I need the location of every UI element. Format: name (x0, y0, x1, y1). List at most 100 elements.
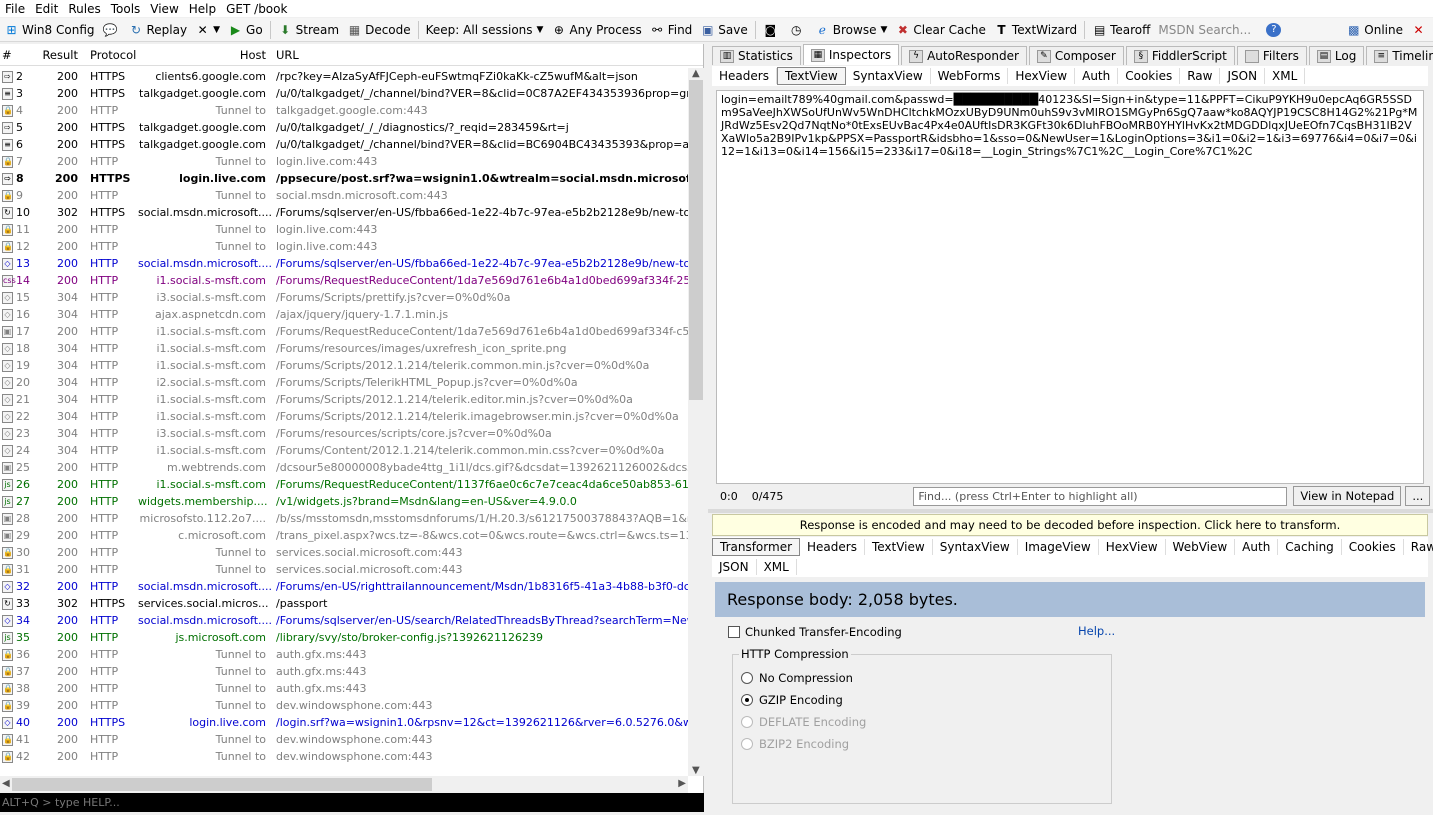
table-row[interactable]: 🔒 4 200 HTTP Tunnel to talkgadget.google.com:… (0, 102, 688, 119)
table-row[interactable]: ◇ 20 304 HTTP i2.social.s-msft.com/Forums/Sc… (0, 374, 688, 391)
gzip-encoding-radio[interactable]: GZIP Encoding (741, 693, 843, 707)
response-tab-webview[interactable]: WebView (1166, 539, 1236, 555)
scrollbar-thumb[interactable] (689, 80, 703, 400)
response-tab-caching[interactable]: Caching (1278, 539, 1342, 555)
table-row[interactable]: ▣ 17 200 HTTP i1.social.s-msft.com/Forums/Re… (0, 323, 688, 340)
stream-button[interactable]: ⬇ Stream (274, 19, 343, 41)
help-button[interactable]: ? (1262, 19, 1288, 41)
tab-composer[interactable]: ✎ Composer (1028, 46, 1124, 65)
table-row[interactable]: ▣ 29 200 HTTP c.microsoft.com/trans_pixel.as… (0, 527, 688, 544)
table-row[interactable]: 🔒 41 200 HTTP Tunnel to dev.windowsphone.com:… (0, 731, 688, 748)
table-row[interactable]: ≡ 3 200 HTTPS talkgadget.google.com/u/0/talk… (0, 85, 688, 102)
table-row[interactable]: ▣ 28 200 HTTP microsofsto.112.2o7.... /b/ss/m… (0, 510, 688, 527)
table-row[interactable]: 🔒 37 200 HTTP Tunnel to auth.gfx.ms:443 (0, 663, 688, 680)
pane-splitter[interactable] (708, 509, 1433, 513)
scrollbar-thumb[interactable] (12, 778, 432, 791)
table-row[interactable]: ⇨ 5 200 HTTPS talkgadget.google.com/u/0/talk… (0, 119, 688, 136)
response-tab-json[interactable]: JSON (712, 559, 757, 575)
table-row[interactable]: ◇ 32 200 HTTP social.msdn.microsoft..../Foru… (0, 578, 688, 595)
table-row[interactable]: ◇ 40 200 HTTPS login.live.com/login.srf?wa=w… (0, 714, 688, 731)
save-button[interactable]: ▣ Save (696, 19, 751, 41)
more-button[interactable]: ... (1405, 486, 1431, 506)
table-row[interactable]: js 27 200 HTTP widgets.membership.... /v1/wid… (0, 493, 688, 510)
decode-button[interactable]: ▦ Decode (343, 19, 415, 41)
column-header-host[interactable]: Host (138, 48, 274, 62)
table-row[interactable]: ⇨ 2 200 HTTPS clients6.google.com/rpc?key=AI… (0, 68, 688, 85)
table-row[interactable]: 🔒 38 200 HTTP Tunnel to auth.gfx.ms:443 (0, 680, 688, 697)
table-row[interactable]: ◇ 19 304 HTTP i1.social.s-msft.com/Forums/Sc… (0, 357, 688, 374)
table-row[interactable]: ◇ 21 304 HTTP i1.social.s-msft.com/Forums/Sc… (0, 391, 688, 408)
quickexec-input[interactable]: ALT+Q > type HELP... (0, 793, 704, 812)
keep-sessions-dropdown[interactable]: Keep: All sessions ▼ (422, 19, 548, 41)
tab-inspectors[interactable]: ▦ Inspectors (802, 44, 900, 65)
menu-get-book[interactable]: GET /book (221, 2, 292, 16)
tab-fiddlerscript[interactable]: § FiddlerScript (1125, 46, 1235, 65)
menu-view[interactable]: View (145, 2, 183, 16)
tab-filters[interactable]: Filters (1236, 46, 1307, 65)
replay-button[interactable]: ↻ Replay (125, 19, 192, 41)
tab-statistics[interactable]: ▥ Statistics (712, 46, 801, 65)
request-tab-webforms[interactable]: WebForms (931, 68, 1009, 84)
tearoff-button[interactable]: ▤ Tearoff (1088, 19, 1154, 41)
table-row[interactable]: 🔒 30 200 HTTP Tunnel to services.social.micro… (0, 544, 688, 561)
go-button[interactable]: ▶ Go (224, 19, 267, 41)
table-row[interactable]: ≡ 6 200 HTTPS talkgadget.google.com/u/0/talk… (0, 136, 688, 153)
menu-tools[interactable]: Tools (106, 2, 146, 16)
table-row[interactable]: ◇ 24 304 HTTP i1.social.s-msft.com/Forums/Co… (0, 442, 688, 459)
request-tab-auth[interactable]: Auth (1075, 68, 1119, 84)
table-row[interactable]: ◇ 13 200 HTTP social.msdn.microsoft..../Foru… (0, 255, 688, 272)
view-in-notepad-button[interactable]: View in Notepad (1293, 486, 1402, 506)
column-header-result[interactable]: Result (38, 48, 82, 62)
table-row[interactable]: ◇ 15 304 HTTP i3.social.s-msft.com/Forums/Sc… (0, 289, 688, 306)
table-row[interactable]: css 14 200 HTTP i1.social.s-msft.com/Forums/… (0, 272, 688, 289)
table-row[interactable]: 🔒 9 200 HTTP Tunnel to social.msdn.microsoft.… (0, 187, 688, 204)
response-tab-syntaxview[interactable]: SyntaxView (933, 539, 1018, 555)
request-textview[interactable]: login=emailt789%40gmail.com&passwd=█████… (716, 90, 1424, 484)
find-button[interactable]: ⚯ Find (646, 19, 697, 41)
scroll-left-icon[interactable]: ◀ (2, 778, 10, 789)
table-row[interactable]: 🔒 39 200 HTTP Tunnel to dev.windowsphone.com:… (0, 697, 688, 714)
response-tab-auth[interactable]: Auth (1235, 539, 1279, 555)
table-row[interactable]: js 35 200 HTTP js.microsoft.com/library/svy/… (0, 629, 688, 646)
scroll-down-icon[interactable]: ▼ (692, 765, 700, 776)
response-tab-cookies[interactable]: Cookies (1342, 539, 1404, 555)
column-header-url[interactable]: URL (274, 48, 703, 62)
table-row[interactable]: ◇ 23 304 HTTP i3.social.s-msft.com/Forums/re… (0, 425, 688, 442)
msdn-search-input[interactable]: MSDN Search... (1154, 19, 1262, 41)
no-compression-radio[interactable]: No Compression (741, 671, 853, 685)
help-link[interactable]: Help... (1078, 624, 1115, 638)
table-row[interactable]: ◇ 16 304 HTTP ajax.aspnetcdn.com/ajax/jquery… (0, 306, 688, 323)
table-row[interactable]: 🔒 36 200 HTTP Tunnel to auth.gfx.ms:443 (0, 646, 688, 663)
table-row[interactable]: 🔒 7 200 HTTP Tunnel to login.live.com:443 (0, 153, 688, 170)
table-row[interactable]: ⇨ 8 200 HTTPS login.live.com/ppsecure/post.s… (0, 170, 688, 187)
request-tab-xml[interactable]: XML (1265, 68, 1306, 84)
scroll-up-icon[interactable]: ▲ (692, 68, 700, 79)
request-tab-hexview[interactable]: HexView (1008, 68, 1076, 84)
menu-file[interactable]: File (0, 2, 30, 16)
table-row[interactable]: 🔒 42 200 HTTP Tunnel to dev.windowsphone.com:… (0, 748, 688, 765)
remove-button[interactable]: ✕ ▼ (191, 19, 224, 41)
response-tab-raw[interactable]: Raw (1404, 539, 1433, 555)
table-row[interactable]: 🔒 31 200 HTTP Tunnel to services.social.micro… (0, 561, 688, 578)
scroll-right-icon[interactable]: ▶ (678, 778, 686, 789)
tab-autoresponder[interactable]: ϟ AutoResponder (901, 46, 1027, 65)
chunked-checkbox[interactable]: Chunked Transfer-Encoding (728, 625, 902, 639)
response-tab-hexview[interactable]: HexView (1099, 539, 1166, 555)
timer-button[interactable]: ◷ (785, 19, 811, 41)
table-row[interactable]: 🔒 12 200 HTTP Tunnel to login.live.com:443 (0, 238, 688, 255)
request-tab-syntaxview[interactable]: SyntaxView (846, 68, 931, 84)
table-row[interactable]: js 26 200 HTTP i1.social.s-msft.com/Forums/R… (0, 476, 688, 493)
vertical-scrollbar[interactable]: ▲ ▼ (688, 68, 704, 776)
request-tab-textview[interactable]: TextView (776, 67, 846, 85)
table-row[interactable]: 🔒 11 200 HTTP Tunnel to login.live.com:443 (0, 221, 688, 238)
menu-rules[interactable]: Rules (63, 2, 105, 16)
table-row[interactable]: ▣ 25 200 HTTP m.webtrends.com/dcsour5e800000… (0, 459, 688, 476)
column-header-protocol[interactable]: Protocol (82, 48, 138, 62)
table-row[interactable]: ◇ 18 304 HTTP i1.social.s-msft.com/Forums/re… (0, 340, 688, 357)
response-tab-transformer[interactable]: Transformer (712, 538, 801, 556)
response-decode-warning[interactable]: Response is encoded and may need to be d… (712, 514, 1428, 536)
request-tab-raw[interactable]: Raw (1180, 68, 1221, 84)
table-row[interactable]: ↻ 10 302 HTTPS social.msdn.microsoft..../For… (0, 204, 688, 221)
menu-edit[interactable]: Edit (30, 2, 63, 16)
close-button[interactable]: ✕ (1407, 19, 1433, 41)
